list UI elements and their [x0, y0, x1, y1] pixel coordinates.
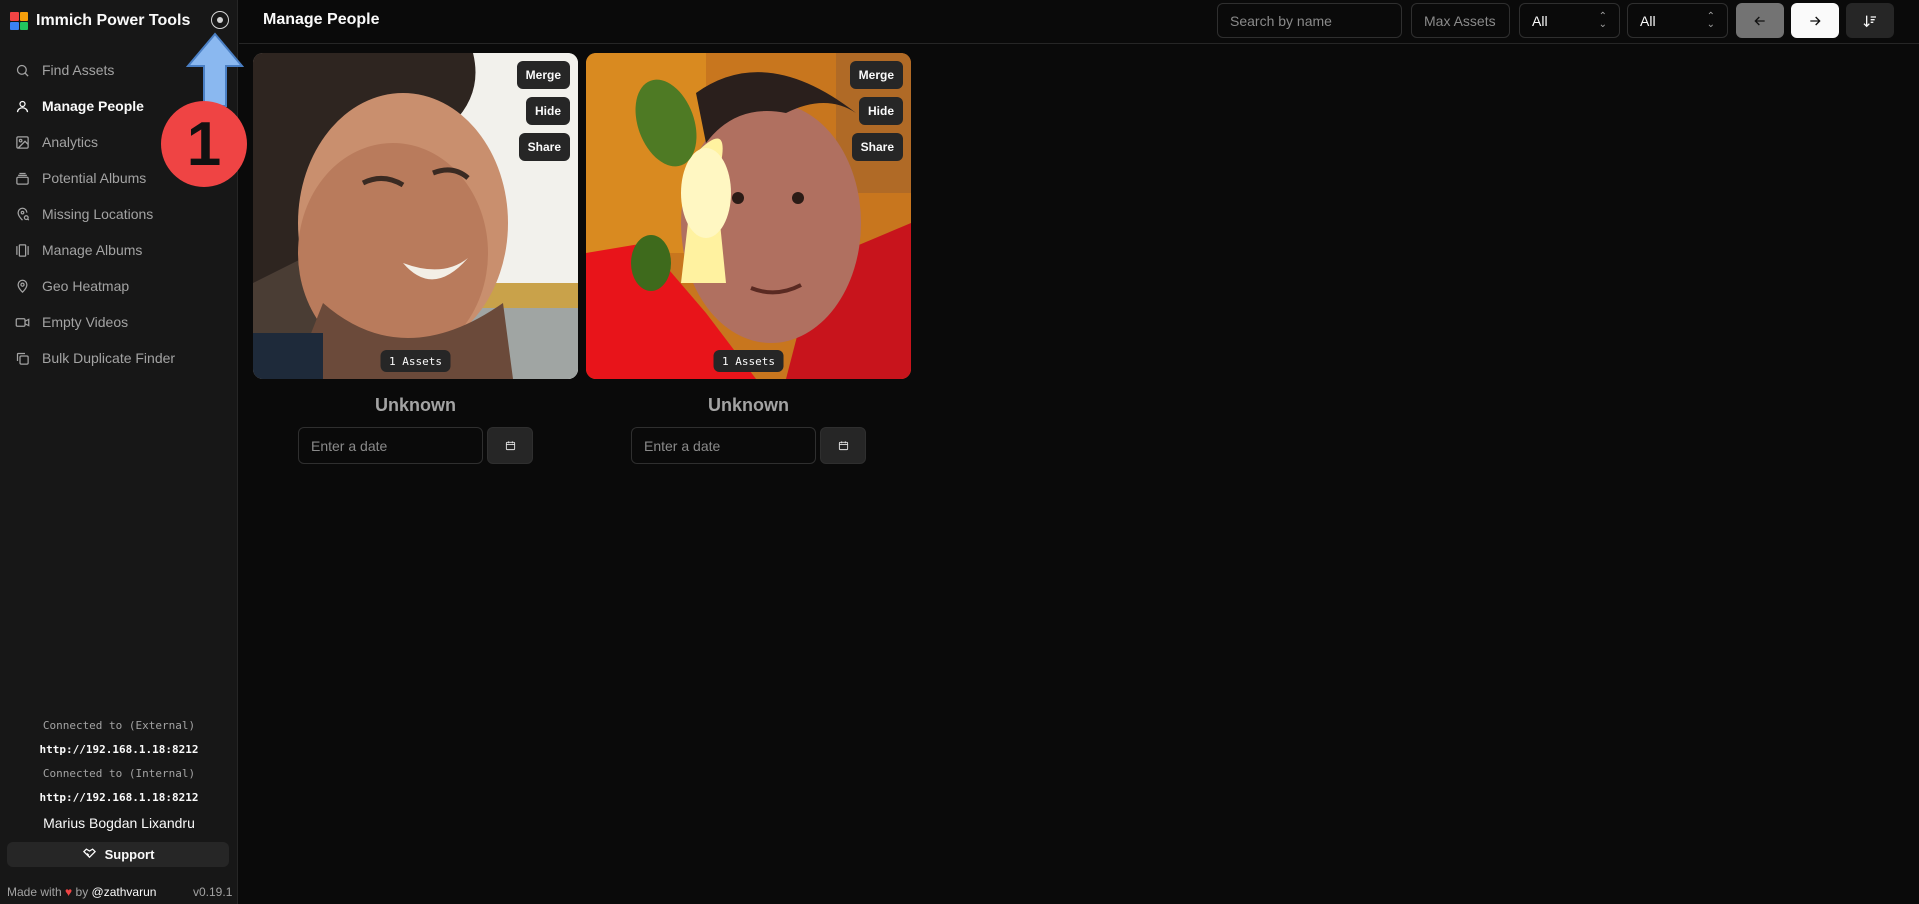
hide-button[interactable]: Hide [525, 97, 570, 125]
filter-select-2-value: All [1640, 12, 1656, 29]
location-search-icon [15, 207, 30, 222]
app-title: Immich Power Tools [36, 12, 191, 29]
sidebar-item-empty-videos[interactable]: Empty Videos [0, 304, 238, 340]
external-connection-label: Connected to (External) [42, 719, 196, 732]
albums-icon [15, 243, 30, 258]
sort-icon [1863, 15, 1876, 27]
asset-count-badge: 1 Assets [380, 350, 451, 372]
chevron-up-down-icon: ⌃ ⌄ [1598, 10, 1607, 30]
top-bar: Manage People All ⌃⌄ All ⌃⌄ [239, 0, 1919, 44]
internal-connection-label: Connected to (Internal) [42, 767, 196, 780]
person-name[interactable]: Unknown [586, 395, 911, 416]
hide-button[interactable]: Hide [858, 97, 903, 125]
share-button[interactable]: Share [518, 133, 570, 161]
image-chart-icon [15, 135, 30, 150]
brand[interactable]: Immich Power Tools [10, 10, 190, 32]
album-stack-icon [15, 171, 30, 186]
page-title: Manage People [263, 11, 380, 28]
support-button[interactable]: Support [7, 842, 229, 867]
filter-select-2[interactable]: All ⌃ ⌄ [1627, 3, 1728, 38]
calendar-icon [838, 441, 848, 451]
filter-select-1-value: All [1532, 12, 1548, 29]
map-pin-icon [15, 279, 30, 294]
calendar-icon [505, 441, 515, 451]
sidebar-item-label: Manage People [42, 98, 144, 114]
merge-button[interactable]: Merge [516, 61, 570, 89]
next-page-button[interactable] [1791, 3, 1839, 38]
person-card: Merge Hide Share 1 Assets Unknown [586, 53, 911, 464]
date-input[interactable] [631, 427, 816, 464]
calendar-button[interactable] [487, 427, 533, 464]
author-link[interactable]: @zathvarun [92, 885, 157, 899]
copy-icon [15, 351, 30, 366]
filter-select-1[interactable]: All ⌃ ⌄ [1519, 3, 1620, 38]
sidebar-item-bulk-duplicate-finder[interactable]: Bulk Duplicate Finder [0, 340, 238, 376]
app-root: Immich Power Tools Find Assets Manage Pe… [0, 0, 1919, 904]
video-icon [15, 315, 30, 330]
asset-count-badge: 1 Assets [713, 350, 784, 372]
theme-toggle-icon[interactable] [211, 11, 229, 29]
sidebar-item-missing-locations[interactable]: Missing Locations [0, 196, 238, 232]
sidebar-item-label: Geo Heatmap [42, 278, 130, 294]
arrow-right-icon [1810, 16, 1821, 25]
date-input[interactable] [298, 427, 483, 464]
sidebar-item-label: Analytics [42, 134, 99, 150]
handshake-icon [82, 846, 97, 864]
annotation-step-badge: 1 [161, 101, 247, 187]
person-photo[interactable]: Merge Hide Share 1 Assets [253, 53, 578, 379]
annotation-arrow-icon [185, 32, 245, 107]
birthdate-row [586, 427, 911, 464]
previous-page-button[interactable] [1736, 3, 1784, 38]
app-logo-icon [10, 12, 28, 30]
sidebar-item-label: Empty Videos [42, 314, 129, 330]
external-connection-url[interactable]: http://192.168.1.18:8212 [0, 743, 238, 756]
sidebar-item-label: Missing Locations [42, 206, 154, 222]
sidebar-item-label: Bulk Duplicate Finder [42, 350, 176, 366]
arrow-left-icon [1754, 16, 1765, 25]
sidebar-item-geo-heatmap[interactable]: Geo Heatmap [0, 268, 238, 304]
sort-button[interactable] [1846, 3, 1894, 38]
chevron-up-down-icon: ⌃ ⌄ [1706, 10, 1715, 30]
app-version: v0.19.1 [193, 885, 233, 899]
heart-icon: ♥ [65, 885, 73, 899]
search-input[interactable] [1217, 3, 1402, 38]
merge-button[interactable]: Merge [849, 61, 903, 89]
sidebar-item-label: Potential Albums [42, 170, 147, 186]
share-button[interactable]: Share [851, 133, 903, 161]
search-icon [15, 63, 30, 78]
max-assets-input[interactable] [1411, 3, 1510, 38]
internal-connection-url[interactable]: http://192.168.1.18:8212 [0, 791, 238, 804]
person-photo[interactable]: Merge Hide Share 1 Assets [586, 53, 911, 379]
birthdate-row [253, 427, 578, 464]
user-icon [15, 99, 30, 114]
sidebar-item-manage-albums[interactable]: Manage Albums [0, 232, 238, 268]
support-label: Support [104, 847, 155, 862]
sidebar-item-label: Find Assets [42, 62, 115, 78]
person-name[interactable]: Unknown [253, 395, 578, 416]
person-card: Merge Hide Share 1 Assets Unknown [253, 53, 578, 464]
user-name: Marius Bogdan Lixandru [43, 815, 195, 831]
sidebar-item-label: Manage Albums [42, 242, 143, 258]
calendar-button[interactable] [820, 427, 866, 464]
made-with-credit: Made with ♥ by @zathvarun [7, 885, 157, 899]
